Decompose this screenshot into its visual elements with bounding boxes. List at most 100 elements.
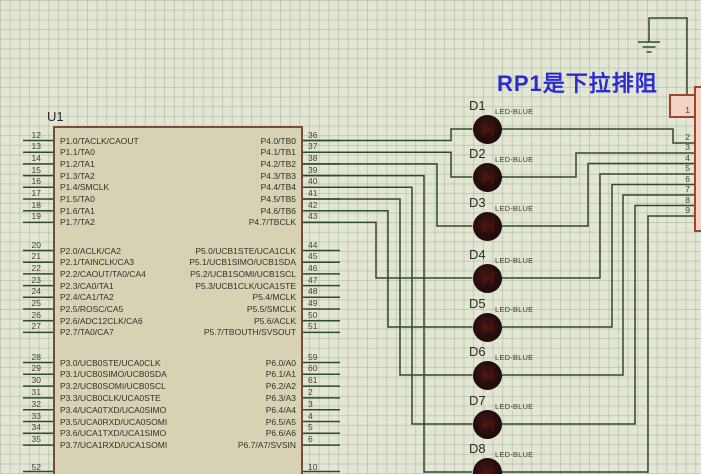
chip-pin-label: P6.0/A0 xyxy=(266,358,296,368)
pin-number: 33 xyxy=(17,412,41,421)
chip-pin-label: P3.1/UCB0SIMO/UCB0SDA xyxy=(60,369,167,379)
chip-pin-label: P3.7/UCA1RXD/UCA1SOMI xyxy=(60,440,167,450)
led-symbol-icon xyxy=(473,264,502,293)
pin-number: 3 xyxy=(674,143,690,152)
wire[interactable] xyxy=(303,199,473,375)
pin-number: 5 xyxy=(308,423,313,432)
chip-pin-label: P5.2/UCB1SOMI/UCB1SCL xyxy=(190,269,296,279)
wire[interactable] xyxy=(303,176,473,472)
pin-number: 36 xyxy=(308,131,317,140)
chip-pin-label: P5.4/MCLK xyxy=(253,292,296,302)
pin-number: 20 xyxy=(17,241,41,250)
led-diode[interactable] xyxy=(473,115,502,144)
pin-number: 48 xyxy=(308,287,317,296)
pin-number: 26 xyxy=(17,311,41,320)
pin-number: 28 xyxy=(17,353,41,362)
led-diode[interactable] xyxy=(473,458,502,474)
pin-number: 39 xyxy=(308,166,317,175)
pin-number: 41 xyxy=(308,189,317,198)
chip-pin-label: P4.1/TB1 xyxy=(261,147,296,157)
led-reference-label: D4 xyxy=(469,247,486,262)
pin-number: 4 xyxy=(674,154,690,163)
chip-pin-label: P4.6/TB6 xyxy=(261,206,296,216)
wire[interactable] xyxy=(303,152,473,177)
pin-number: 29 xyxy=(17,364,41,373)
wire[interactable] xyxy=(303,129,473,141)
chip-pin-label: P6.3/A3 xyxy=(266,393,296,403)
chip-pin-label: P1.4/SMCLK xyxy=(60,182,109,192)
wire[interactable] xyxy=(502,206,695,425)
ground-symbol[interactable] xyxy=(638,42,660,52)
pin-number: 34 xyxy=(17,423,41,432)
pin-number: 8 xyxy=(674,196,690,205)
wire[interactable] xyxy=(303,222,473,278)
led-diode[interactable] xyxy=(473,410,502,439)
wire[interactable] xyxy=(502,216,695,472)
chip-pin-label: P5.3/UCB1CLK/UCA1STE xyxy=(195,281,296,291)
pin-number: 37 xyxy=(308,142,317,151)
chip-pin-label: P4.4/TB4 xyxy=(261,182,296,192)
pin-number: 43 xyxy=(308,212,317,221)
chip-pin-label: P4.7/TBCLK xyxy=(249,217,296,227)
pin-number: 13 xyxy=(17,142,41,151)
chip-pin-label: P2.7/TA0/CA7 xyxy=(60,327,114,337)
chip-pin-label: P4.5/TB5 xyxy=(261,194,296,204)
pin-number: 7 xyxy=(674,185,690,194)
schematic-canvas[interactable]: U1 RP1是下拉排阻 1236P1.0/TACLK/CAOUTP4.0/TB0… xyxy=(0,0,701,474)
chip-pin-label: P3.3/UCB0CLK/UCA0STE xyxy=(60,393,161,403)
pin-number: 4 xyxy=(308,412,313,421)
led-diode[interactable] xyxy=(473,163,502,192)
chip-pin-label: P3.2/UCB0SOMI/UCB0SCL xyxy=(60,381,166,391)
chip-pin-label: P5.1/UCB1SIMO/UCB1SDA xyxy=(189,257,296,267)
pin-number: 46 xyxy=(308,264,317,273)
led-reference-label: D8 xyxy=(469,441,486,456)
wire[interactable] xyxy=(502,129,695,143)
pin-number: 59 xyxy=(308,353,317,362)
led-part-label: LED-BLUE xyxy=(495,155,533,164)
pin-number: 25 xyxy=(17,299,41,308)
pin-number: 9 xyxy=(674,206,690,215)
pin-number: 15 xyxy=(17,166,41,175)
pin-number: 2 xyxy=(308,388,313,397)
wire[interactable] xyxy=(303,187,473,424)
led-diode[interactable] xyxy=(473,313,502,342)
chip-pin-label: P1.7/TA2 xyxy=(60,217,95,227)
chip-pin-label: P5.7/TBOUTH/SVSOUT xyxy=(204,327,296,337)
pin-number: 2 xyxy=(674,133,690,142)
pin-number: 16 xyxy=(17,177,41,186)
pin-number: 30 xyxy=(17,376,41,385)
chip-pin-label: P2.3/CA0/TA1 xyxy=(60,281,114,291)
led-reference-label: D7 xyxy=(469,393,486,408)
pin-number: 52 xyxy=(17,463,41,472)
wire[interactable] xyxy=(303,164,473,226)
chip-reference-label: U1 xyxy=(47,109,64,124)
chip-pin-label: P1.0/TACLK/CAOUT xyxy=(60,136,139,146)
pin-number: 40 xyxy=(308,177,317,186)
chip-pin-label: P2.6/ADC12CLK/CA6 xyxy=(60,316,143,326)
pin-number: 49 xyxy=(308,299,317,308)
pin-number: 38 xyxy=(308,154,317,163)
pin-number: 35 xyxy=(17,435,41,444)
wire[interactable] xyxy=(303,211,473,327)
pin-number: 47 xyxy=(308,276,317,285)
led-reference-label: D6 xyxy=(469,344,486,359)
pin-number: 14 xyxy=(17,154,41,163)
chip-pin-label: P6.5/A5 xyxy=(266,417,296,427)
pin-number: 27 xyxy=(17,322,41,331)
chip-pin-label: P2.0/ACLK/CA2 xyxy=(60,246,121,256)
wire[interactable] xyxy=(502,195,695,375)
pin-number: 32 xyxy=(17,400,41,409)
led-part-label: LED-BLUE xyxy=(495,204,533,213)
pin-number: 10 xyxy=(308,463,317,472)
pin-number: 6 xyxy=(674,175,690,184)
led-symbol-icon xyxy=(473,458,502,474)
led-diode[interactable] xyxy=(473,361,502,390)
chip-pin-label: P3.6/UCA1TXD/UCA1SIMO xyxy=(60,428,166,438)
wire[interactable] xyxy=(502,164,695,227)
led-part-label: LED-BLUE xyxy=(495,305,533,314)
led-diode[interactable] xyxy=(473,212,502,241)
led-diode[interactable] xyxy=(473,264,502,293)
annotation-text[interactable]: RP1是下拉排阻 xyxy=(497,66,658,98)
pin-number: 3 xyxy=(308,400,313,409)
pin-number: 61 xyxy=(308,376,317,385)
